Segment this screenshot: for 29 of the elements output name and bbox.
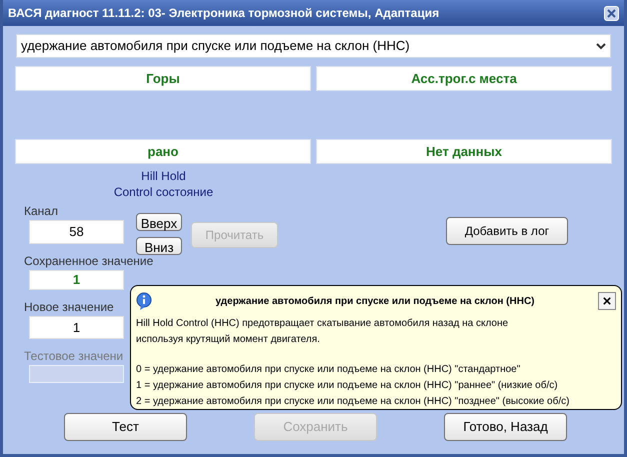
test-button[interactable]: Тест <box>64 413 187 441</box>
done-button[interactable]: Готово, Назад <box>444 413 567 441</box>
close-button[interactable]: × <box>598 292 616 310</box>
field-label: Тестовое значени <box>24 349 124 364</box>
dropdown[interactable]: удержание автомобиля при спуске или подъеме на склон (HHC) <box>16 34 611 58</box>
value-display: рано <box>15 139 311 164</box>
tooltip-title: удержание автомобиля при спуске или подъеме на склон (HHC) <box>214 294 536 308</box>
value-display: Асс.трог.с места <box>316 66 612 91</box>
input-field[interactable]: 1 <box>29 270 124 290</box>
field-label: Сохраненное значение <box>24 254 154 269</box>
value-display: Горы <box>15 66 311 91</box>
close-button[interactable] <box>604 6 619 20</box>
input-field[interactable]: 1 <box>29 316 124 339</box>
status-label: Hill Hold Control состояние <box>114 168 214 200</box>
option-description: 1 = удержание автомобиля при спуске или подъеме на склон (HHC) "раннее" (низкие об/с) <box>136 379 559 393</box>
add-to-log-button[interactable]: Добавить в лог <box>446 217 568 245</box>
info-icon <box>136 292 152 310</box>
chevron-down-icon <box>596 42 606 50</box>
input-field[interactable]: 58 <box>29 220 124 244</box>
window-title: ВАСЯ диагност 11.11.2: 03- Электроника тормозной системы, Адаптация <box>8 5 440 22</box>
down-button[interactable]: Вниз <box>136 237 182 255</box>
field-label: Новое значение <box>24 300 114 315</box>
up-button[interactable]: Вверх <box>136 213 182 231</box>
value-display: Нет данных <box>316 139 612 164</box>
option-description: 0 = удержание автомобиля при спуске или подъеме на склон (HHC) "стандартное" <box>136 363 522 377</box>
option-description: 2 = удержание автомобиля при спуске или подъеме на склон (HHC) "позднее" (высокие об/с) <box>136 395 570 409</box>
tooltip-text: Hill Hold Control (HHC) предотвращает скатывание автомобиля назад на склоне используя крутящий момент двигателя. <box>136 317 510 347</box>
field-label: Канал <box>24 204 58 219</box>
close-icon <box>607 8 616 18</box>
